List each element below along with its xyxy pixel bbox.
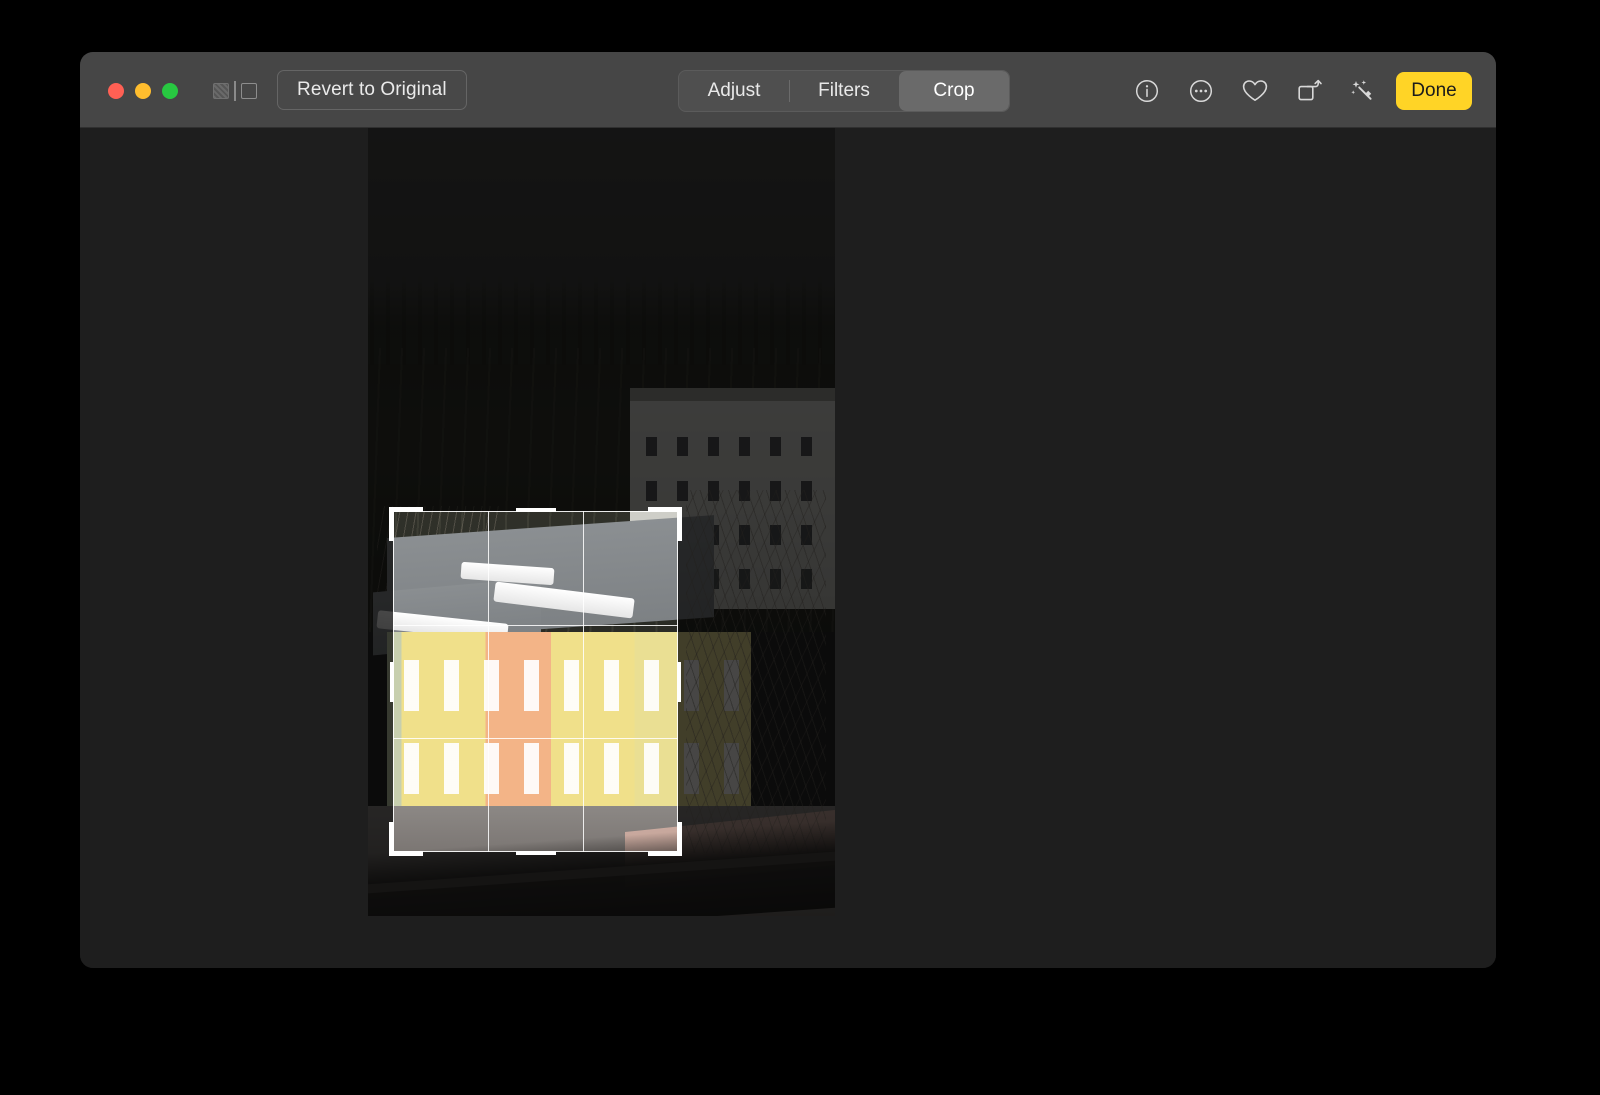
window-controls xyxy=(108,83,178,99)
info-circle-icon xyxy=(1134,78,1160,104)
crop-handle-left[interactable] xyxy=(390,661,394,702)
compare-divider-icon xyxy=(234,81,236,101)
done-button[interactable]: Done xyxy=(1396,72,1472,110)
crop-handle-bottom-right[interactable] xyxy=(677,822,682,856)
ellipsis-circle-icon xyxy=(1188,78,1214,104)
crop-bright-region xyxy=(393,511,678,852)
tab-filters[interactable]: Filters xyxy=(789,71,899,111)
compare-filled-square-icon xyxy=(213,83,229,99)
more-options-button[interactable] xyxy=(1174,70,1228,112)
tab-adjust-label: Adjust xyxy=(707,80,761,101)
edit-mode-segmented-control[interactable]: Adjust Filters Crop xyxy=(678,70,1010,112)
minimize-window-icon[interactable] xyxy=(135,83,151,99)
crop-handle-bottom-left[interactable] xyxy=(389,822,394,856)
close-window-icon[interactable] xyxy=(108,83,124,99)
photo-image-bright xyxy=(393,511,678,852)
tab-crop[interactable]: Crop xyxy=(899,71,1009,111)
photo-bare-tree-right xyxy=(685,490,826,853)
screen: Revert to Original Adjust Filters Crop D… xyxy=(0,0,1600,1095)
favorite-button[interactable] xyxy=(1228,70,1282,112)
tab-crop-label: Crop xyxy=(933,80,975,101)
crop-handle-bottom[interactable] xyxy=(515,851,556,855)
revert-to-original-button[interactable]: Revert to Original xyxy=(277,70,467,110)
crop-handle-top-left[interactable] xyxy=(389,507,394,541)
crop-handle-top-right[interactable] xyxy=(677,507,682,541)
info-button[interactable] xyxy=(1120,70,1174,112)
compare-original-icon[interactable] xyxy=(213,81,259,101)
magic-wand-icon xyxy=(1349,78,1377,104)
photo-block-window-row xyxy=(637,436,827,457)
crop-handle-top[interactable] xyxy=(515,508,556,512)
crop-handle-top-left[interactable] xyxy=(389,507,423,512)
photo-block-roofline xyxy=(629,388,835,402)
crop-handle-bottom-left[interactable] xyxy=(389,851,423,856)
done-label: Done xyxy=(1411,80,1457,101)
maximize-window-icon[interactable] xyxy=(162,83,178,99)
revert-to-original-label: Revert to Original xyxy=(297,79,447,100)
compare-outline-square-icon xyxy=(241,83,257,99)
tab-filters-label: Filters xyxy=(818,80,870,101)
rotate-icon xyxy=(1295,78,1323,104)
editor-canvas xyxy=(80,128,1496,968)
window-titlebar: Revert to Original Adjust Filters Crop D… xyxy=(80,52,1496,128)
rotate-button[interactable] xyxy=(1282,70,1336,112)
photos-editor-window: Revert to Original Adjust Filters Crop D… xyxy=(80,52,1496,968)
editor-toolbar-actions: Done xyxy=(1120,70,1472,112)
crop-selection[interactable] xyxy=(389,507,682,856)
tab-adjust[interactable]: Adjust xyxy=(679,71,789,111)
auto-enhance-button[interactable] xyxy=(1336,70,1390,112)
heart-icon xyxy=(1241,78,1269,104)
crop-handle-right[interactable] xyxy=(677,661,681,702)
photo-stage[interactable] xyxy=(368,128,835,916)
